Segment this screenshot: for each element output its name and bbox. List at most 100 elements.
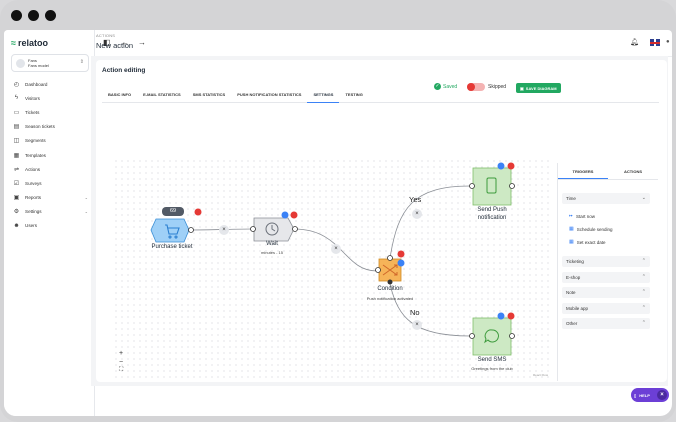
send-sms-label: Send SMS — [477, 357, 507, 363]
sidebar-item-surveys[interactable]: ☑ Surveys — [4, 176, 95, 190]
sms-out-handle[interactable] — [509, 333, 515, 339]
delete-edge-button[interactable]: × — [412, 209, 422, 219]
workspace-selector[interactable]: Fans Fans model ⇕ — [11, 54, 89, 72]
send-push-node[interactable] — [472, 167, 512, 206]
diagram-edges — [150, 162, 515, 356]
react-flow-attribution[interactable]: React Flow — [533, 373, 548, 377]
workspace-model: Fans model — [28, 63, 49, 68]
wait-delete-icon[interactable] — [290, 211, 298, 219]
chevron-up-icon: ⌃ — [641, 304, 646, 311]
send-sms-node[interactable] — [472, 317, 512, 356]
sidebar-nav: ◴ Dashboard ϟ Visitors ▭ Tickets ▤ Season ticke… — [4, 77, 95, 233]
templates-icon: ▦ — [13, 152, 20, 159]
segments-icon: ◫ — [13, 138, 20, 145]
sidebar-item-reports[interactable]: ▣ Reports ⌄ — [4, 191, 95, 205]
push-delete-icon[interactable] — [507, 162, 515, 170]
window-frame: ≈ relatoo Fans Fans model ⇕ ◴ Dashboard ϟ Vis… — [0, 0, 676, 422]
wait-node[interactable] — [253, 217, 295, 242]
skipped-toggle[interactable] — [467, 83, 485, 91]
sidebar-item-tickets[interactable]: ▭ Tickets — [4, 105, 95, 119]
sidebar-item-settings[interactable]: ⚙ Settings ⌄ — [4, 205, 95, 219]
help-phone-icon: ▯ — [634, 392, 637, 398]
user-icon[interactable]: ● — [666, 39, 670, 45]
tab-triggers[interactable]: TRIGGERS — [558, 163, 608, 179]
tickets-icon: ▭ — [13, 109, 20, 116]
actions-icon: ⇌ — [13, 166, 20, 173]
condition-yes-handle[interactable] — [387, 255, 393, 261]
sidebar-item-visitors[interactable]: ϟ Visitors — [4, 91, 95, 105]
breadcrumb[interactable]: ACTIONS — [96, 33, 133, 38]
workspace-avatar — [16, 58, 25, 68]
section-mobile-app[interactable]: Mobile app ⌃ — [562, 302, 650, 314]
play-forward-icon: ⏩︎ — [569, 213, 574, 219]
save-diagram-button[interactable]: ▣ SAVE DIAGRAM — [516, 83, 561, 93]
sidebar-item-templates[interactable]: ▦ Templates — [4, 148, 95, 162]
chevron-down-icon: ⌄ — [641, 195, 646, 201]
chevron-up-icon: ⌃ — [641, 273, 646, 280]
tab-bar: BASIC INFO E-MAIL STATISTICS SMS STATISTIC… — [102, 86, 659, 103]
help-button[interactable]: ▯ HELP × — [631, 388, 669, 402]
chevron-updown-icon: ⇕ — [79, 59, 84, 65]
sms-delete-icon[interactable] — [507, 312, 515, 320]
purchase-ticket-node[interactable] — [150, 218, 190, 243]
zoom-in-icon[interactable]: + — [119, 350, 123, 357]
option-start-now[interactable]: ⏩︎ Start now — [569, 213, 595, 219]
push-edit-icon[interactable] — [497, 162, 505, 170]
edge-condition-push[interactable] — [389, 185, 471, 259]
chevron-up-icon: ⌃ — [641, 320, 646, 326]
close-help-icon[interactable]: × — [657, 390, 667, 400]
sidebar-item-segments[interactable]: ◫ Segments — [4, 134, 95, 148]
tab-basic-info[interactable]: BASIC INFO — [102, 86, 137, 103]
sidebar-item-actions[interactable]: ⇌ Actions — [4, 162, 95, 176]
wait-label: Wait — [266, 241, 278, 247]
purchase-delete-icon[interactable] — [194, 208, 202, 216]
wait-in-handle[interactable] — [250, 226, 256, 232]
bell-icon[interactable]: 🔔︎ — [630, 38, 639, 46]
sidebar-item-dashboard[interactable]: ◴ Dashboard — [4, 77, 95, 91]
delete-edge-button[interactable]: × — [412, 320, 422, 330]
tab-sms-statistics[interactable]: SMS STATISTICS — [187, 86, 232, 103]
section-other[interactable]: Other ⌃ — [562, 318, 650, 329]
tab-e-mail-statistics[interactable]: E-MAIL STATISTICS — [137, 86, 187, 103]
option-set-exact-date[interactable]: ▦ Set exact date — [569, 239, 606, 245]
sms-in-handle[interactable] — [469, 333, 475, 339]
tab-actions[interactable]: ACTIONS — [608, 163, 658, 179]
check-circle-icon: ✓ — [434, 83, 441, 90]
wait-out-handle[interactable] — [292, 226, 298, 232]
condition-label: Condition — [377, 286, 403, 292]
condition-edit-icon[interactable] — [397, 259, 405, 267]
delete-edge-button[interactable]: × — [331, 244, 341, 254]
push-out-handle[interactable] — [509, 183, 515, 189]
purchase-out-handle[interactable] — [188, 227, 194, 233]
sidebar-item-label: Tickets — [25, 109, 40, 115]
sidebar-item-users[interactable]: ☻ Users — [4, 219, 95, 233]
brand-logo[interactable]: ≈ relatoo — [11, 38, 48, 48]
delete-edge-button[interactable]: × — [219, 225, 229, 235]
push-in-handle[interactable] — [469, 183, 475, 189]
tab-settings[interactable]: SETTINGS — [307, 86, 340, 103]
diagram-canvas[interactable]: 69 Purchase ticket Wait minutes - 15 Con… — [113, 158, 551, 380]
sidebar-item-label: Dashboard — [25, 81, 48, 87]
option-schedule-sending[interactable]: ▦ Schedule sending — [569, 226, 613, 232]
section-ticketing[interactable]: Ticketing ⌃ — [562, 256, 650, 267]
wait-sublabel: minutes - 15 — [260, 250, 284, 255]
sidebar-item-season-tickets[interactable]: ▤ Season tickets — [4, 120, 95, 134]
sidebar-item-label: Actions — [25, 166, 41, 172]
condition-no-handle[interactable] — [387, 279, 393, 285]
sidebar-item-label: Visitors — [25, 95, 40, 101]
condition-delete-icon[interactable] — [397, 250, 405, 258]
wait-edit-icon[interactable] — [281, 211, 289, 219]
section-time[interactable]: Time ⌄ — [562, 193, 650, 204]
tab-push-notification-statistics[interactable]: PUSH NOTIFICATION STATISTICS — [231, 86, 307, 103]
sms-edit-icon[interactable] — [497, 312, 505, 320]
sidebar: ≈ relatoo Fans Fans model ⇕ ◴ Dashboard ϟ Vis… — [4, 30, 95, 416]
forward-arrow-icon[interactable]: → — [138, 38, 146, 47]
fit-view-icon[interactable]: ⛶ — [119, 367, 123, 374]
zoom-out-icon[interactable]: − — [119, 359, 123, 366]
language-flag-icon[interactable] — [650, 39, 660, 46]
section-e-shop[interactable]: E-shop ⌃ — [562, 271, 650, 283]
tab-testing[interactable]: TESTING — [339, 86, 368, 103]
condition-in-handle[interactable] — [375, 267, 381, 273]
section-note[interactable]: Note ⌃ — [562, 287, 650, 298]
card-title: Action editing — [102, 67, 146, 74]
